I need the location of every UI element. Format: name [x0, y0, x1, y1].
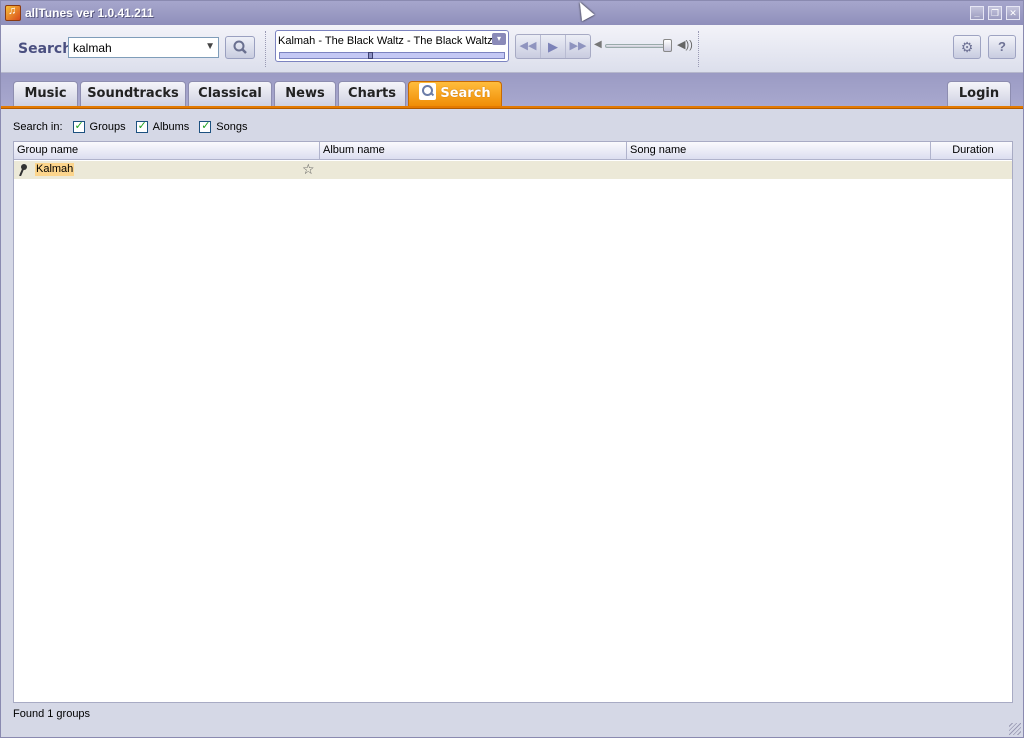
play-button[interactable]: ▶ [541, 35, 566, 58]
toolbar: Search ▼ Kalmah - The Black Waltz - The … [1, 25, 1023, 73]
transport-controls: ◀◀ ▶ ▶▶ [515, 34, 591, 59]
tab-classical[interactable]: Classical [188, 81, 272, 106]
groups-checkbox[interactable] [72, 119, 85, 133]
separator [265, 31, 266, 67]
volume-high-icon: ◀)) [677, 39, 693, 51]
table-header: Group name Album name Song name Duration [14, 142, 1012, 160]
title-bar[interactable]: allTunes ver 1.0.41.211 _ ❐ ✕ [1, 1, 1023, 25]
window-title: allTunes ver 1.0.41.211 [25, 6, 154, 20]
groups-checkbox-label[interactable]: Groups [90, 121, 126, 133]
search-combobox[interactable]: ▼ [68, 37, 219, 58]
now-playing-panel: Kalmah - The Black Waltz - The Black Wal… [275, 30, 509, 62]
microphone-icon [19, 164, 27, 176]
playlist-menu-icon[interactable]: ▾ [492, 33, 506, 45]
status-text: Found 1 groups [13, 708, 91, 720]
search-button[interactable] [225, 36, 255, 59]
favorite-star-icon[interactable]: ☆ [302, 161, 315, 178]
results-table: Group name Album name Song name Duration… [13, 141, 1013, 703]
separator [698, 31, 699, 67]
column-header-duration[interactable]: Duration [931, 142, 1012, 160]
tab-charts[interactable]: Charts [338, 81, 406, 106]
tab-soundtracks[interactable]: Soundtracks [80, 81, 186, 106]
settings-button[interactable]: ⚙ [953, 35, 981, 59]
progress-thumb[interactable] [368, 52, 373, 59]
volume-slider[interactable] [605, 44, 671, 48]
tab-search[interactable]: Search [408, 81, 502, 106]
songs-checkbox[interactable] [199, 119, 212, 133]
group-name-cell: Kalmah [35, 163, 75, 176]
tab-underline [1, 106, 1023, 109]
column-header-album-name[interactable]: Album name [320, 142, 627, 160]
maximize-button[interactable]: ❐ [988, 6, 1002, 20]
fast-forward-button[interactable]: ▶▶ [566, 35, 590, 58]
minimize-button[interactable]: _ [970, 6, 984, 20]
tab-search-label: Search [440, 86, 491, 101]
resize-grip[interactable] [1009, 723, 1021, 735]
tab-music[interactable]: Music [13, 81, 78, 106]
column-header-song-name[interactable]: Song name [627, 142, 931, 160]
volume-low-icon: ◀ [594, 39, 602, 50]
column-header-group-name[interactable]: Group name [14, 142, 320, 160]
search-in-filters: Search in: Groups Albums Songs [13, 119, 248, 134]
login-button[interactable]: Login [947, 81, 1011, 106]
track-progress-bar[interactable] [279, 52, 505, 59]
songs-checkbox-label[interactable]: Songs [216, 121, 247, 133]
rewind-button[interactable]: ◀◀ [516, 35, 541, 58]
search-in-label: Search in: [13, 121, 63, 133]
search-icon [419, 83, 437, 100]
search-label: Search [18, 41, 73, 57]
albums-checkbox-label[interactable]: Albums [153, 121, 190, 133]
gear-icon: ⚙ [960, 39, 974, 55]
app-logo-icon [5, 5, 21, 21]
chevron-down-icon[interactable]: ▼ [205, 41, 215, 52]
search-input[interactable] [73, 40, 197, 55]
app-window: allTunes ver 1.0.41.211 _ ❐ ✕ Search ▼ K… [0, 0, 1024, 738]
volume-slider-thumb[interactable] [663, 39, 672, 52]
now-playing-title: Kalmah - The Black Waltz - The Black Wal… [278, 35, 493, 47]
close-button[interactable]: ✕ [1006, 6, 1020, 20]
help-button[interactable]: ? [988, 35, 1016, 59]
table-row[interactable]: Kalmah ☆ [14, 161, 1012, 179]
tab-news[interactable]: News [274, 81, 336, 106]
albums-checkbox[interactable] [135, 119, 148, 133]
tab-bar: Music Soundtracks Classical News Charts … [1, 73, 1023, 109]
magnifier-icon [233, 40, 247, 54]
